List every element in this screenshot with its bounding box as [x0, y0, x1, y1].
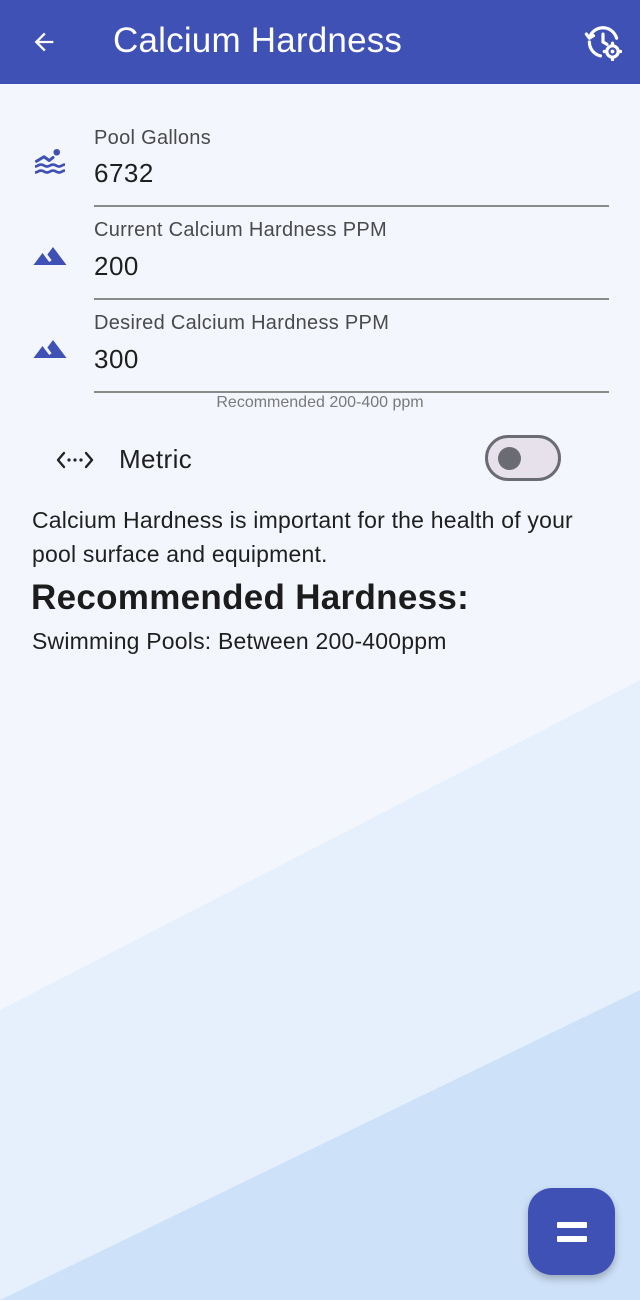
- code-dots-icon: [54, 444, 96, 476]
- desired-hardness-underline: [94, 391, 609, 393]
- arrow-back-icon: [34, 32, 54, 52]
- terrain-icon: [30, 329, 70, 369]
- description-text: Calcium Hardness is important for the he…: [32, 507, 573, 567]
- recommendation-text: Swimming Pools: Between 200-400ppm: [32, 628, 447, 654]
- current-hardness-input[interactable]: [94, 251, 608, 282]
- desired-hardness-label: Desired Calcium Hardness PPM: [94, 312, 390, 334]
- calculate-button[interactable]: [528, 1188, 615, 1275]
- desired-hardness-input[interactable]: [94, 344, 608, 375]
- metric-toggle[interactable]: [485, 435, 561, 481]
- page-title: Calcium Hardness: [113, 21, 403, 60]
- pool-gallons-underline: [94, 205, 609, 207]
- pool-gallons-field: Pool Gallons: [0, 118, 640, 210]
- terrain-icon: [30, 236, 70, 276]
- current-hardness-underline: [94, 298, 609, 300]
- back-button[interactable]: [22, 22, 66, 62]
- recommended-heading: Recommended Hardness:: [31, 578, 470, 617]
- pool-icon: [30, 142, 70, 182]
- helper-text: Recommended 200-400 ppm: [216, 394, 424, 411]
- history-settings-icon: [584, 26, 622, 61]
- current-hardness-label: Current Calcium Hardness PPM: [94, 219, 387, 241]
- history-settings-button[interactable]: [580, 20, 626, 64]
- metric-label: Metric: [119, 444, 193, 474]
- metric-row: Metric: [0, 434, 640, 486]
- pool-gallons-input[interactable]: [94, 158, 608, 189]
- pool-gallons-label: Pool Gallons: [94, 127, 211, 149]
- toggle-knob: [498, 447, 521, 470]
- app-bar: Calcium Hardness: [0, 0, 640, 84]
- desired-hardness-field: Desired Calcium Hardness PPM: [0, 304, 640, 396]
- equals-icon: [556, 1221, 587, 1242]
- current-hardness-field: Current Calcium Hardness PPM: [0, 211, 640, 303]
